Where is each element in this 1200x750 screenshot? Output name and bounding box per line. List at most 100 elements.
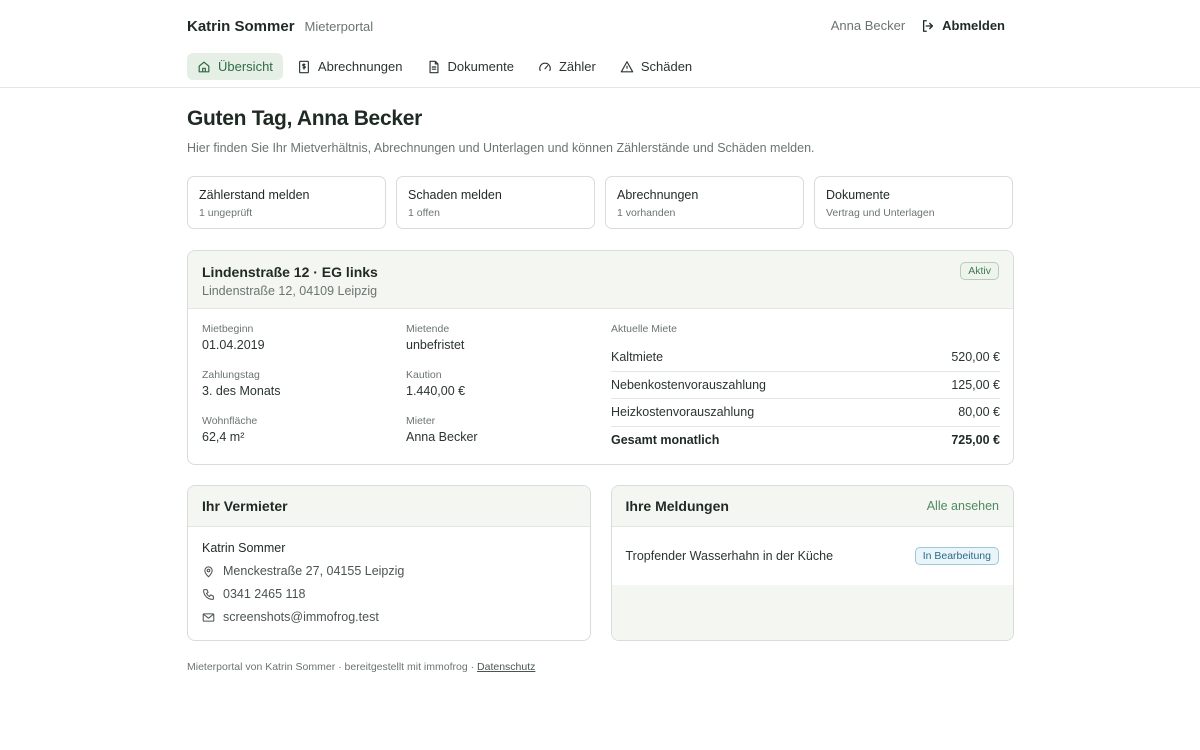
- fact-mietende: Mietende unbefristet: [406, 323, 464, 352]
- fact-label: Zahlungstag: [202, 369, 260, 381]
- logout-button[interactable]: Abmelden: [921, 18, 1005, 33]
- rent-row-value: 520,00 €: [951, 350, 1000, 365]
- logout-icon: [923, 19, 934, 32]
- main-content: Guten Tag, Anna Becker Hier finden Sie I…: [187, 107, 1014, 673]
- rental-title: Lindenstraße 12 · EG links: [202, 264, 378, 280]
- fact-label: Mietbeginn: [202, 323, 254, 335]
- logout-label: Abmelden: [942, 18, 1005, 33]
- quick-card-subtitle: 1 vorhanden: [617, 207, 676, 219]
- nav-item-uebersicht[interactable]: Übersicht: [187, 53, 283, 80]
- landlord-panel-header: Ihr Vermieter: [188, 486, 590, 527]
- top-bar: Katrin Sommer Mieterportal Anna Becker A…: [0, 0, 1200, 88]
- privacy-link[interactable]: Datenschutz: [477, 661, 535, 673]
- quick-card-subtitle: 1 offen: [408, 207, 440, 219]
- nav-item-zaehler[interactable]: Zähler: [528, 53, 606, 80]
- landlord-heading: Ihr Vermieter: [202, 498, 288, 514]
- nav-label: Zähler: [558, 59, 596, 74]
- report-item-text: Tropfender Wasserhahn in der Küche: [625, 549, 834, 563]
- nav-item-abrechnungen[interactable]: Abrechnungen: [287, 53, 413, 80]
- rent-total-row: Gesamt monatlich 725,00 €: [611, 427, 1000, 455]
- reports-panel: Ihre Meldungen Alle ansehen Tropfender W…: [610, 485, 1014, 641]
- quick-actions: Zählerstand melden 1 ungeprüft Schaden m…: [187, 176, 1014, 229]
- status-badge: Aktiv: [960, 262, 999, 280]
- quick-card-title: Abrechnungen: [617, 188, 699, 202]
- rent-breakdown: Aktuelle Miete Kaltmiete 520,00 € Nebenk…: [611, 323, 1000, 454]
- intro-text: Hier finden Sie Ihr Mietverhältnis, Abre…: [187, 141, 815, 155]
- rental-card: Lindenstraße 12 · EG links Lindenstraße …: [187, 250, 1014, 465]
- user-name: Anna Becker: [830, 18, 906, 33]
- rent-row-label: Heizkostenvorauszahlung: [611, 405, 755, 420]
- rental-header: Lindenstraße 12 · EG links Lindenstraße …: [188, 251, 1013, 309]
- user-area: Anna Becker Abmelden: [831, 18, 1005, 33]
- view-all-link[interactable]: Alle ansehen: [927, 499, 999, 513]
- brand-name[interactable]: Katrin Sommer: [187, 18, 295, 35]
- fact-mietbeginn: Mietbeginn 01.04.2019: [202, 323, 265, 352]
- reports-empty-area: [611, 585, 1013, 640]
- fact-value: Anna Becker: [406, 430, 478, 444]
- quick-card-title: Schaden melden: [408, 188, 502, 202]
- fact-value: 3. des Monats: [202, 384, 281, 398]
- fact-value: 1.440,00 €: [406, 384, 466, 398]
- bottom-panels: Ihr Vermieter Katrin Sommer Menckestraße…: [187, 485, 1014, 641]
- reports-heading: Ihre Meldungen: [625, 498, 729, 514]
- location-pin-icon: [204, 565, 213, 578]
- landlord-phone-line[interactable]: 0341 2465 118: [202, 587, 576, 601]
- rent-row-value: 80,00 €: [958, 405, 1000, 420]
- footer: Mieterportal von Katrin Sommer · bereitg…: [187, 661, 1014, 673]
- rent-row-label: Nebenkostenvorauszahlung: [611, 377, 766, 392]
- landlord-name: Katrin Sommer: [202, 541, 286, 555]
- rent-row-label: Kaltmiete: [611, 350, 664, 365]
- quick-card-title: Zählerstand melden: [199, 188, 310, 202]
- fact-value: 01.04.2019: [202, 338, 265, 352]
- quick-card-subtitle: 1 ungeprüft: [199, 207, 253, 219]
- rent-row: Nebenkostenvorauszahlung 125,00 €: [611, 372, 1000, 399]
- landlord-address-line: Menckestraße 27, 04155 Leipzig: [202, 564, 576, 578]
- fact-zahlungstag: Zahlungstag 3. des Monats: [202, 369, 281, 398]
- rent-total-label: Gesamt monatlich: [611, 433, 720, 448]
- fact-label: Kaution: [406, 369, 442, 381]
- quick-card-dokumente[interactable]: Dokumente Vertrag und Unterlagen: [814, 176, 1013, 229]
- nav-item-dokumente[interactable]: Dokumente: [417, 53, 524, 80]
- brand: Katrin Sommer Mieterportal: [187, 18, 373, 35]
- receipt-icon: [298, 60, 309, 73]
- quick-card-subtitle: Vertrag und Unterlagen: [826, 207, 935, 219]
- phone-icon: [203, 588, 214, 600]
- quick-card-abrechnungen[interactable]: Abrechnungen 1 vorhanden: [605, 176, 804, 229]
- rent-row-value: 125,00 €: [951, 377, 1000, 392]
- fact-label: Mieter: [406, 415, 436, 427]
- quick-card-schaden[interactable]: Schaden melden 1 offen: [396, 176, 595, 229]
- home-icon: [198, 61, 210, 72]
- landlord-details: Katrin Sommer Menckestraße 27, 04155 Lei…: [188, 527, 590, 638]
- nav-label: Dokumente: [447, 59, 514, 74]
- landlord-address: Menckestraße 27, 04155 Leipzig: [223, 564, 405, 578]
- fact-kaution: Kaution 1.440,00 €: [406, 369, 465, 398]
- quick-card-zaehlerstand[interactable]: Zählerstand melden 1 ungeprüft: [187, 176, 386, 229]
- reports-panel-header: Ihre Meldungen Alle ansehen: [611, 486, 1013, 527]
- document-icon: [428, 60, 439, 73]
- rent-row: Kaltmiete 520,00 €: [611, 344, 1000, 372]
- nav-item-schaeden[interactable]: Schäden: [610, 53, 702, 80]
- status-badge: In Bearbeitung: [914, 547, 999, 565]
- footer-text: Mieterportal von Katrin Sommer · bereitg…: [187, 661, 475, 673]
- landlord-panel: Ihr Vermieter Katrin Sommer Menckestraße…: [187, 485, 591, 641]
- fact-label: Wohnfläche: [202, 415, 258, 427]
- rent-breakdown-label: Aktuelle Miete: [611, 323, 677, 335]
- fact-value: 62,4 m²: [202, 430, 245, 444]
- rent-row: Heizkostenvorauszahlung 80,00 €: [611, 399, 1000, 427]
- landlord-email-line[interactable]: screenshots@immofrog.test: [202, 610, 576, 624]
- report-item[interactable]: Tropfender Wasserhahn in der Küche In Be…: [611, 527, 1013, 585]
- gauge-icon: [539, 62, 551, 71]
- fact-wohnflaeche: Wohnfläche 62,4 m²: [202, 415, 257, 444]
- page-title: Guten Tag, Anna Becker: [187, 107, 422, 130]
- rental-address: Lindenstraße 12, 04109 Leipzig: [202, 284, 378, 298]
- rental-details: Mietbeginn 01.04.2019 Mietende unbefrist…: [188, 309, 1013, 464]
- fact-mieter: Mieter Anna Becker: [406, 415, 478, 444]
- landlord-email: screenshots@immofrog.test: [223, 610, 379, 624]
- rent-total-value: 725,00 €: [951, 433, 1000, 448]
- nav-label: Übersicht: [218, 59, 273, 74]
- mail-icon: [202, 612, 215, 622]
- main-nav: Übersicht Abrechnungen Dokumente Zähler …: [187, 53, 706, 80]
- quick-card-title: Dokumente: [826, 188, 890, 202]
- warning-icon: [620, 60, 634, 72]
- landlord-phone: 0341 2465 118: [223, 587, 306, 601]
